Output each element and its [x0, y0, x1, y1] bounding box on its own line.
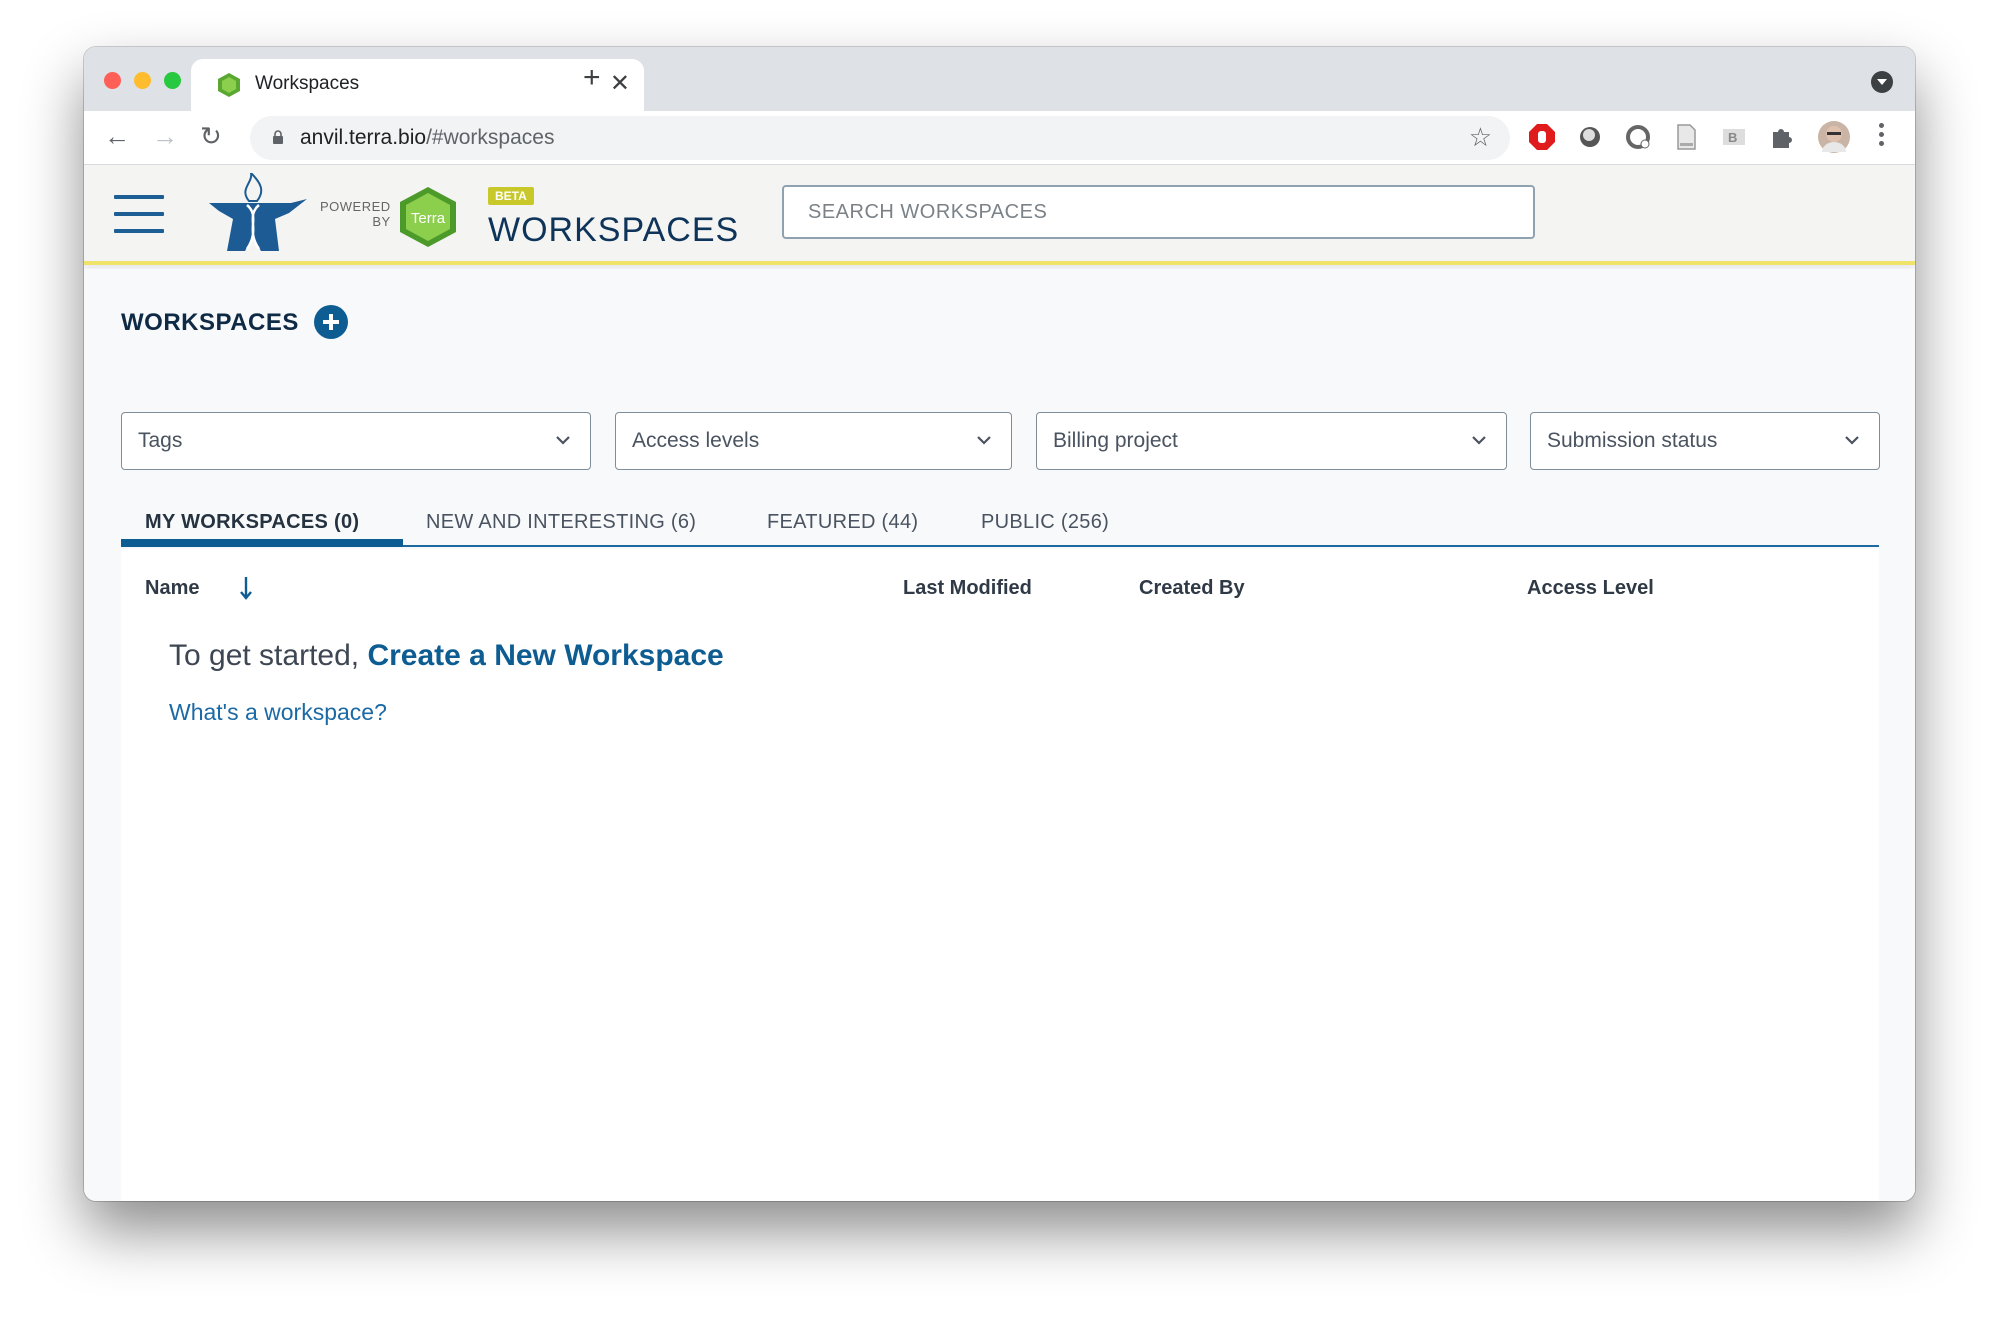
chevron-down-icon — [977, 436, 991, 445]
workspace-table: Name Last Modified Created By Access Lev… — [121, 549, 1879, 1201]
browser-toolbar: ← → ↻ anvil.terra.bio/#workspaces ☆ B — [84, 111, 1915, 165]
minimize-window-button[interactable] — [134, 72, 151, 89]
filter-label: Tags — [138, 429, 183, 452]
reload-icon[interactable]: ↻ — [200, 121, 222, 152]
extension-circle-icon[interactable] — [1576, 123, 1604, 151]
column-header-access-level[interactable]: Access Level — [1527, 577, 1654, 600]
extension-b-icon[interactable]: B — [1720, 123, 1748, 151]
empty-state-prefix: To get started, — [169, 639, 368, 672]
empty-state-message: To get started, Create a New Workspace — [169, 639, 724, 673]
workspace-tabs: MY WORKSPACES (0) NEW AND INTERESTING (6… — [121, 497, 1879, 547]
svg-text:B: B — [1728, 130, 1737, 145]
lock-icon — [273, 130, 283, 144]
tab-public[interactable]: PUBLIC (256) — [981, 497, 1109, 547]
tab-featured[interactable]: FEATURED (44) — [767, 497, 918, 547]
chevron-down-icon — [1472, 436, 1486, 445]
filter-submission-status[interactable]: Submission status — [1530, 412, 1880, 470]
chevron-down-icon — [556, 436, 570, 445]
adblock-hand-icon[interactable] — [1528, 123, 1556, 151]
sort-descending-arrow-icon[interactable] — [239, 575, 253, 601]
extension-document-icon[interactable] — [1672, 123, 1700, 151]
tab-new-and-interesting[interactable]: NEW AND INTERESTING (6) — [426, 497, 696, 547]
tab-title: Workspaces — [255, 73, 360, 94]
beta-badge: BETA — [488, 187, 534, 205]
terra-favicon-icon — [218, 73, 240, 97]
powered-by-label: POWERED BY — [320, 199, 391, 229]
app-header: POWERED BY Terra BETA WORKSPACES — [84, 165, 1915, 265]
forward-arrow-icon[interactable]: → — [152, 121, 178, 152]
section-title: WORKSPACES — [121, 309, 299, 336]
column-header-last-modified[interactable]: Last Modified — [903, 577, 1032, 600]
search-workspaces-input[interactable] — [782, 185, 1535, 239]
create-new-workspace-link[interactable]: Create a New Workspace — [367, 639, 723, 672]
extension-refresh-icon[interactable] — [1624, 123, 1652, 151]
url-text: anvil.terra.bio/#workspaces — [300, 126, 554, 150]
zoom-window-button[interactable] — [164, 72, 181, 89]
filter-label: Submission status — [1547, 429, 1718, 452]
bookmark-star-icon[interactable]: ☆ — [1469, 122, 1492, 153]
filter-billing-project[interactable]: Billing project — [1036, 412, 1507, 470]
add-workspace-button[interactable] — [314, 305, 348, 339]
puzzle-extensions-icon[interactable] — [1768, 123, 1796, 151]
filter-access-levels[interactable]: Access levels — [615, 412, 1012, 470]
whats-a-workspace-link[interactable]: What's a workspace? — [169, 699, 387, 726]
tab-search-icon[interactable] — [1871, 71, 1893, 93]
powered-by-line2: BY — [372, 214, 391, 229]
back-arrow-icon[interactable]: ← — [104, 121, 130, 152]
main-content: WORKSPACES Tags Access levels Billing pr… — [84, 269, 1915, 1201]
powered-by-line1: POWERED — [320, 199, 391, 214]
browser-window: Workspaces ✕ + ← → ↻ anvil.terra.bio/#wo… — [84, 47, 1915, 1201]
url-path: /#workspaces — [426, 126, 555, 149]
active-tab-indicator — [121, 539, 403, 547]
filter-label: Access levels — [632, 429, 760, 452]
profile-avatar-icon[interactable] — [1817, 120, 1851, 154]
hamburger-menu-icon[interactable] — [114, 195, 164, 235]
url-host: anvil.terra.bio — [300, 126, 427, 149]
column-header-created-by[interactable]: Created By — [1139, 577, 1245, 600]
terra-logo-text: Terra — [411, 210, 446, 227]
chevron-down-icon — [1845, 436, 1859, 445]
app-title: WORKSPACES — [488, 211, 740, 249]
terra-logo-icon[interactable]: Terra — [400, 187, 456, 247]
address-bar[interactable]: anvil.terra.bio/#workspaces ☆ — [250, 116, 1510, 160]
column-header-name[interactable]: Name — [145, 577, 199, 600]
anvil-logo-icon[interactable] — [209, 173, 307, 253]
browser-tab-workspaces[interactable]: Workspaces ✕ — [191, 59, 644, 111]
more-vert-icon[interactable] — [1879, 123, 1885, 149]
close-window-button[interactable] — [104, 72, 121, 89]
tab-strip: Workspaces ✕ + — [84, 47, 1915, 111]
new-tab-button[interactable]: + — [583, 61, 601, 95]
close-tab-icon[interactable]: ✕ — [610, 69, 630, 98]
filter-tags[interactable]: Tags — [121, 412, 591, 470]
filter-label: Billing project — [1053, 429, 1178, 452]
